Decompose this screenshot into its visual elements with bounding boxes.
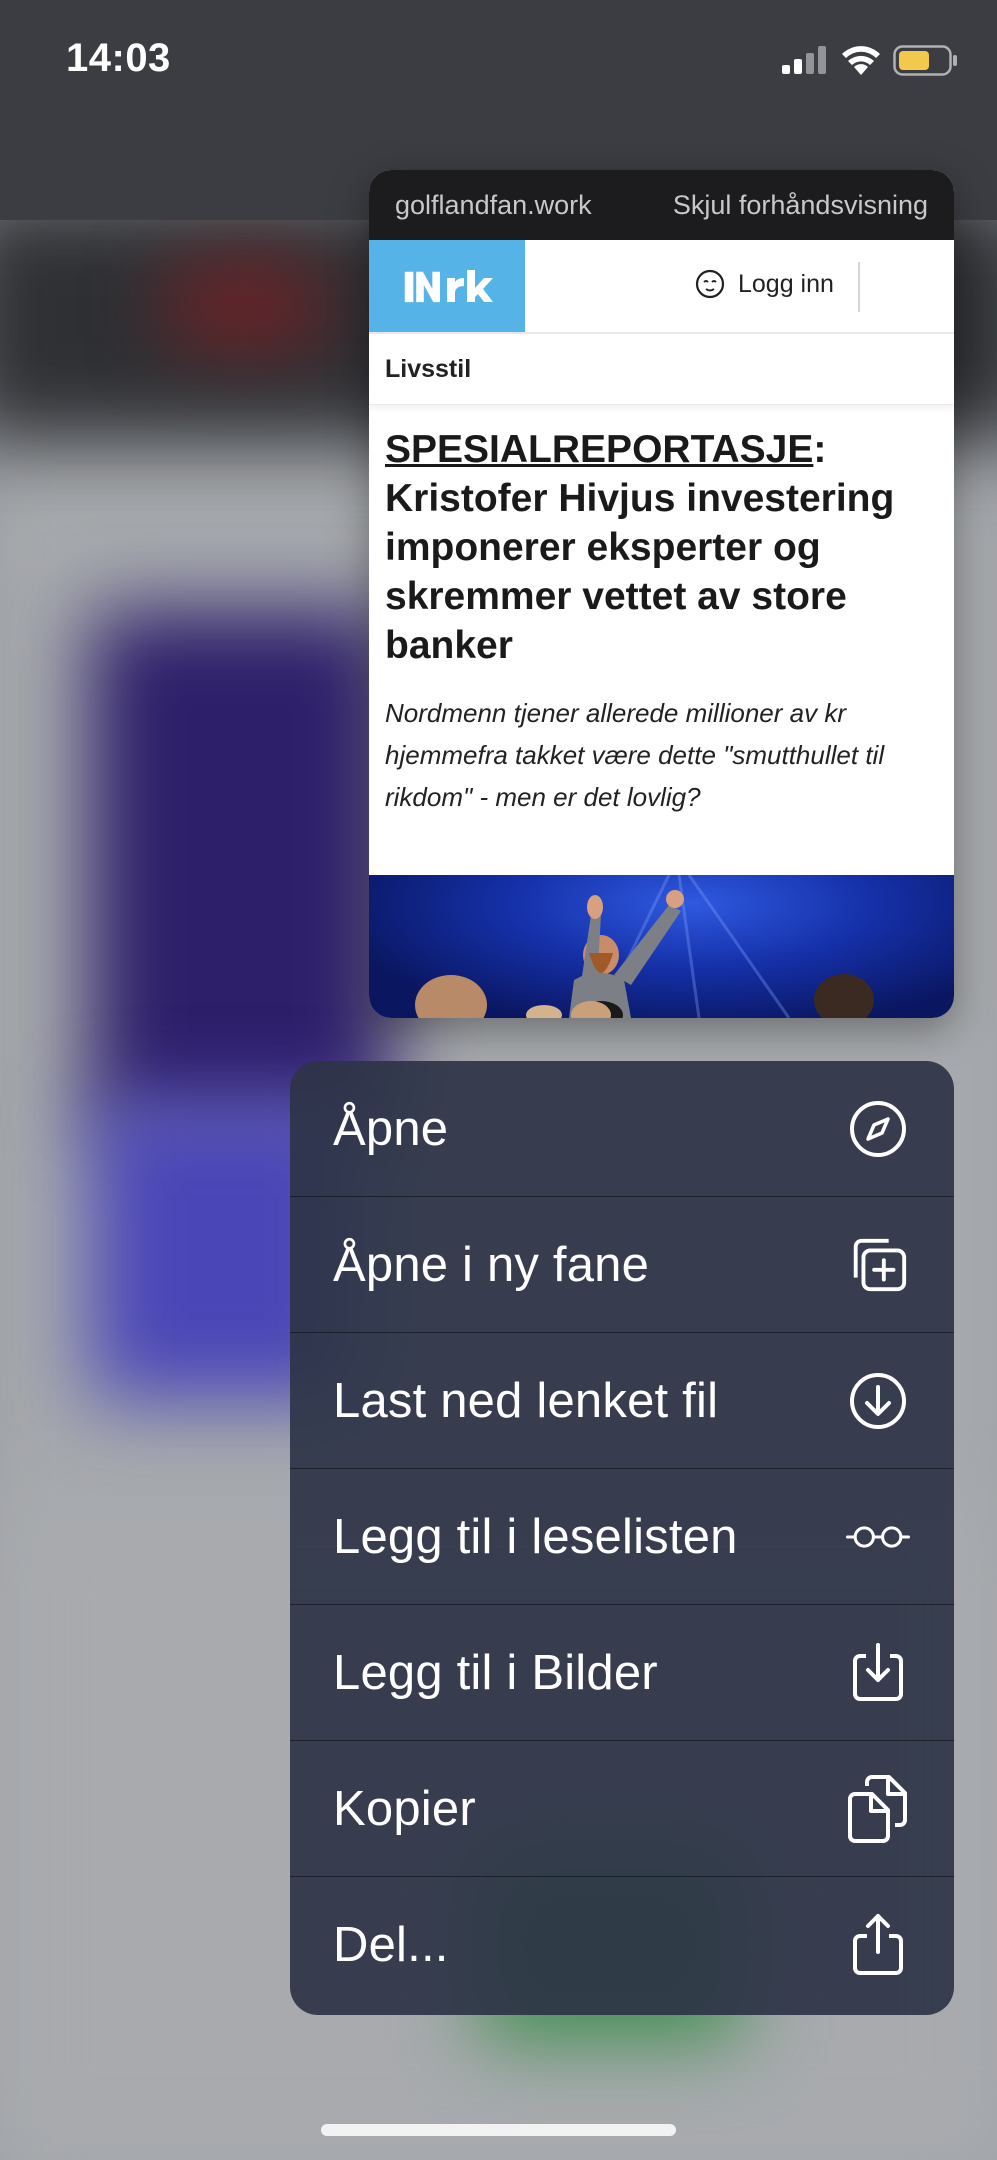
preview-url: golflandfan.work [395,189,592,220]
login-link[interactable]: Logg inn [694,268,834,300]
download-circle-icon [846,1369,910,1433]
wifi-icon [842,46,880,75]
context-menu: Åpne Åpne i ny fane Last ned lenket fil [290,1061,954,2015]
menu-item-label: Last ned lenket fil [333,1373,719,1428]
menu-item-share[interactable]: Del... [290,1877,954,2013]
copy-icon [846,1774,910,1843]
nrk-logo [369,240,525,332]
status-time: 14:03 [66,36,171,80]
menu-item-download-linked-file[interactable]: Last ned lenket fil [290,1333,954,1469]
menu-item-copy[interactable]: Kopier [290,1741,954,1877]
status-bar: 14:03 [0,0,997,120]
menu-item-label: Legg til i Bilder [333,1645,658,1700]
divider [858,262,860,312]
menu-item-label: Åpne i ny fane [333,1237,650,1292]
menu-item-add-reading-list[interactable]: Legg til i leselisten [290,1469,954,1605]
preview-header: golflandfan.work Skjul forhåndsvisning [369,170,954,240]
battery-icon [893,45,957,76]
menu-item-label: Del... [333,1918,449,1972]
home-indicator[interactable] [321,2124,676,2136]
menu-item-label: Åpne [333,1101,449,1156]
site-header: Logg inn [369,240,954,334]
new-tab-icon [846,1233,910,1297]
compass-icon [846,1097,910,1161]
article-headline: SPESIALREPORTASJE: Kristofer Hivjus inve… [385,425,938,670]
share-icon [846,1913,910,1977]
cellular-signal-icon [782,46,826,74]
user-face-icon [695,269,725,299]
headline-kicker: SPESIALREPORTASJE [385,428,814,471]
hide-preview-button[interactable]: Skjul forhåndsvisning [673,190,928,221]
section-label: Livsstil [369,334,954,405]
article: SPESIALREPORTASJE: Kristofer Hivjus inve… [369,405,954,818]
menu-item-open-new-tab[interactable]: Åpne i ny fane [290,1197,954,1333]
nrk-logo-mark [404,270,493,303]
article-photo [369,875,954,1018]
menu-item-add-to-photos[interactable]: Legg til i Bilder [290,1605,954,1741]
menu-item-label: Legg til i leselisten [333,1509,738,1564]
menu-item-open[interactable]: Åpne [290,1061,954,1197]
link-preview-card[interactable]: golflandfan.work Skjul forhåndsvisning L… [369,170,954,1018]
article-lead: Nordmenn tjener allerede millioner av kr… [385,698,885,812]
menu-item-label: Kopier [333,1781,476,1836]
login-label: Logg inn [738,269,834,298]
save-image-icon [846,1641,910,1705]
glasses-icon [846,1505,910,1569]
